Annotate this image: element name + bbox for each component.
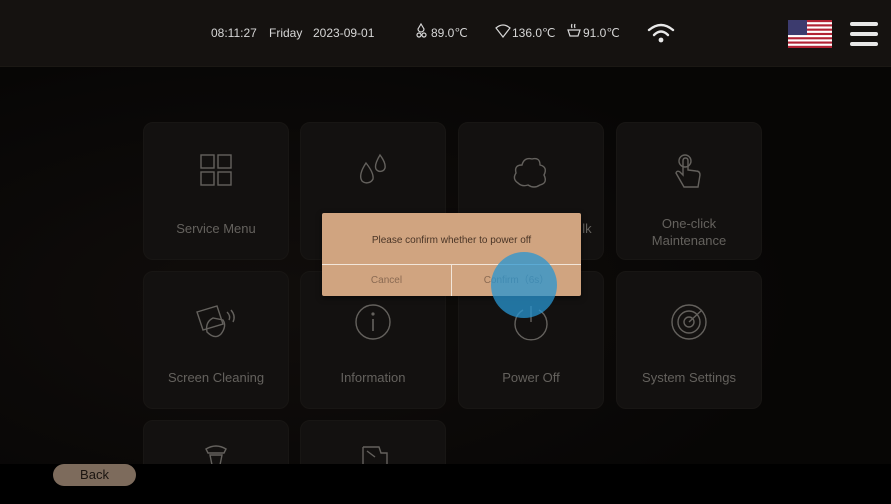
dialog-message: Please confirm whether to power off — [371, 235, 532, 246]
touch-indicator — [491, 252, 557, 318]
tile-label: Power Off — [502, 370, 560, 385]
date: 2023-09-01 — [313, 26, 375, 40]
tile-partial-1[interactable] — [143, 420, 289, 466]
us-flag-icon[interactable] — [788, 20, 832, 48]
tile-service-menu[interactable]: Service Menu — [143, 122, 289, 260]
tile-label: Service Menu — [176, 221, 256, 236]
water-drops-icon — [359, 153, 386, 184]
cancel-button[interactable]: Cancel — [322, 265, 451, 296]
steam-temp-icon — [495, 24, 511, 38]
milk-foam-icon — [513, 157, 547, 188]
clock-time: 08:11:27 — [211, 26, 257, 40]
cup-temp-icon — [567, 23, 581, 37]
tile-label: Information — [340, 370, 406, 385]
temp2-value: 136.0℃ — [512, 26, 556, 40]
cleaning-hand-icon — [196, 305, 235, 338]
grinder-icon — [362, 446, 388, 465]
tile-system-settings[interactable]: System Settings — [616, 271, 762, 409]
menu-icon[interactable] — [850, 22, 878, 46]
status-bar: 08:11:27 Friday 2023-09-01 89.0℃ 136.0℃ … — [0, 0, 891, 67]
screen: 08:11:27 Friday 2023-09-01 89.0℃ 136.0℃ … — [0, 0, 891, 504]
radar-settings-icon — [671, 304, 707, 340]
tile-one-click-maintenance[interactable]: One-click Maintenance — [616, 122, 762, 260]
wifi-icon[interactable] — [647, 22, 675, 44]
coffee-machine-icon — [205, 445, 227, 465]
tile-screen-cleaning[interactable]: Screen Cleaning — [143, 271, 289, 409]
grid-icon — [200, 154, 232, 186]
tile-label: Screen Cleaning — [167, 370, 265, 385]
boiler-temp-icon — [416, 23, 427, 38]
temp3-value: 91.0℃ — [583, 26, 620, 40]
tile-label: System Settings — [642, 370, 736, 385]
weekday: Friday — [269, 26, 303, 40]
tile-partial-2[interactable] — [300, 420, 446, 466]
tile-label: One-click Maintenance — [651, 216, 727, 248]
back-button[interactable]: Back — [53, 464, 136, 486]
temp1-value: 89.0℃ — [431, 26, 468, 40]
touch-hand-icon — [675, 154, 701, 188]
info-icon — [355, 304, 391, 340]
